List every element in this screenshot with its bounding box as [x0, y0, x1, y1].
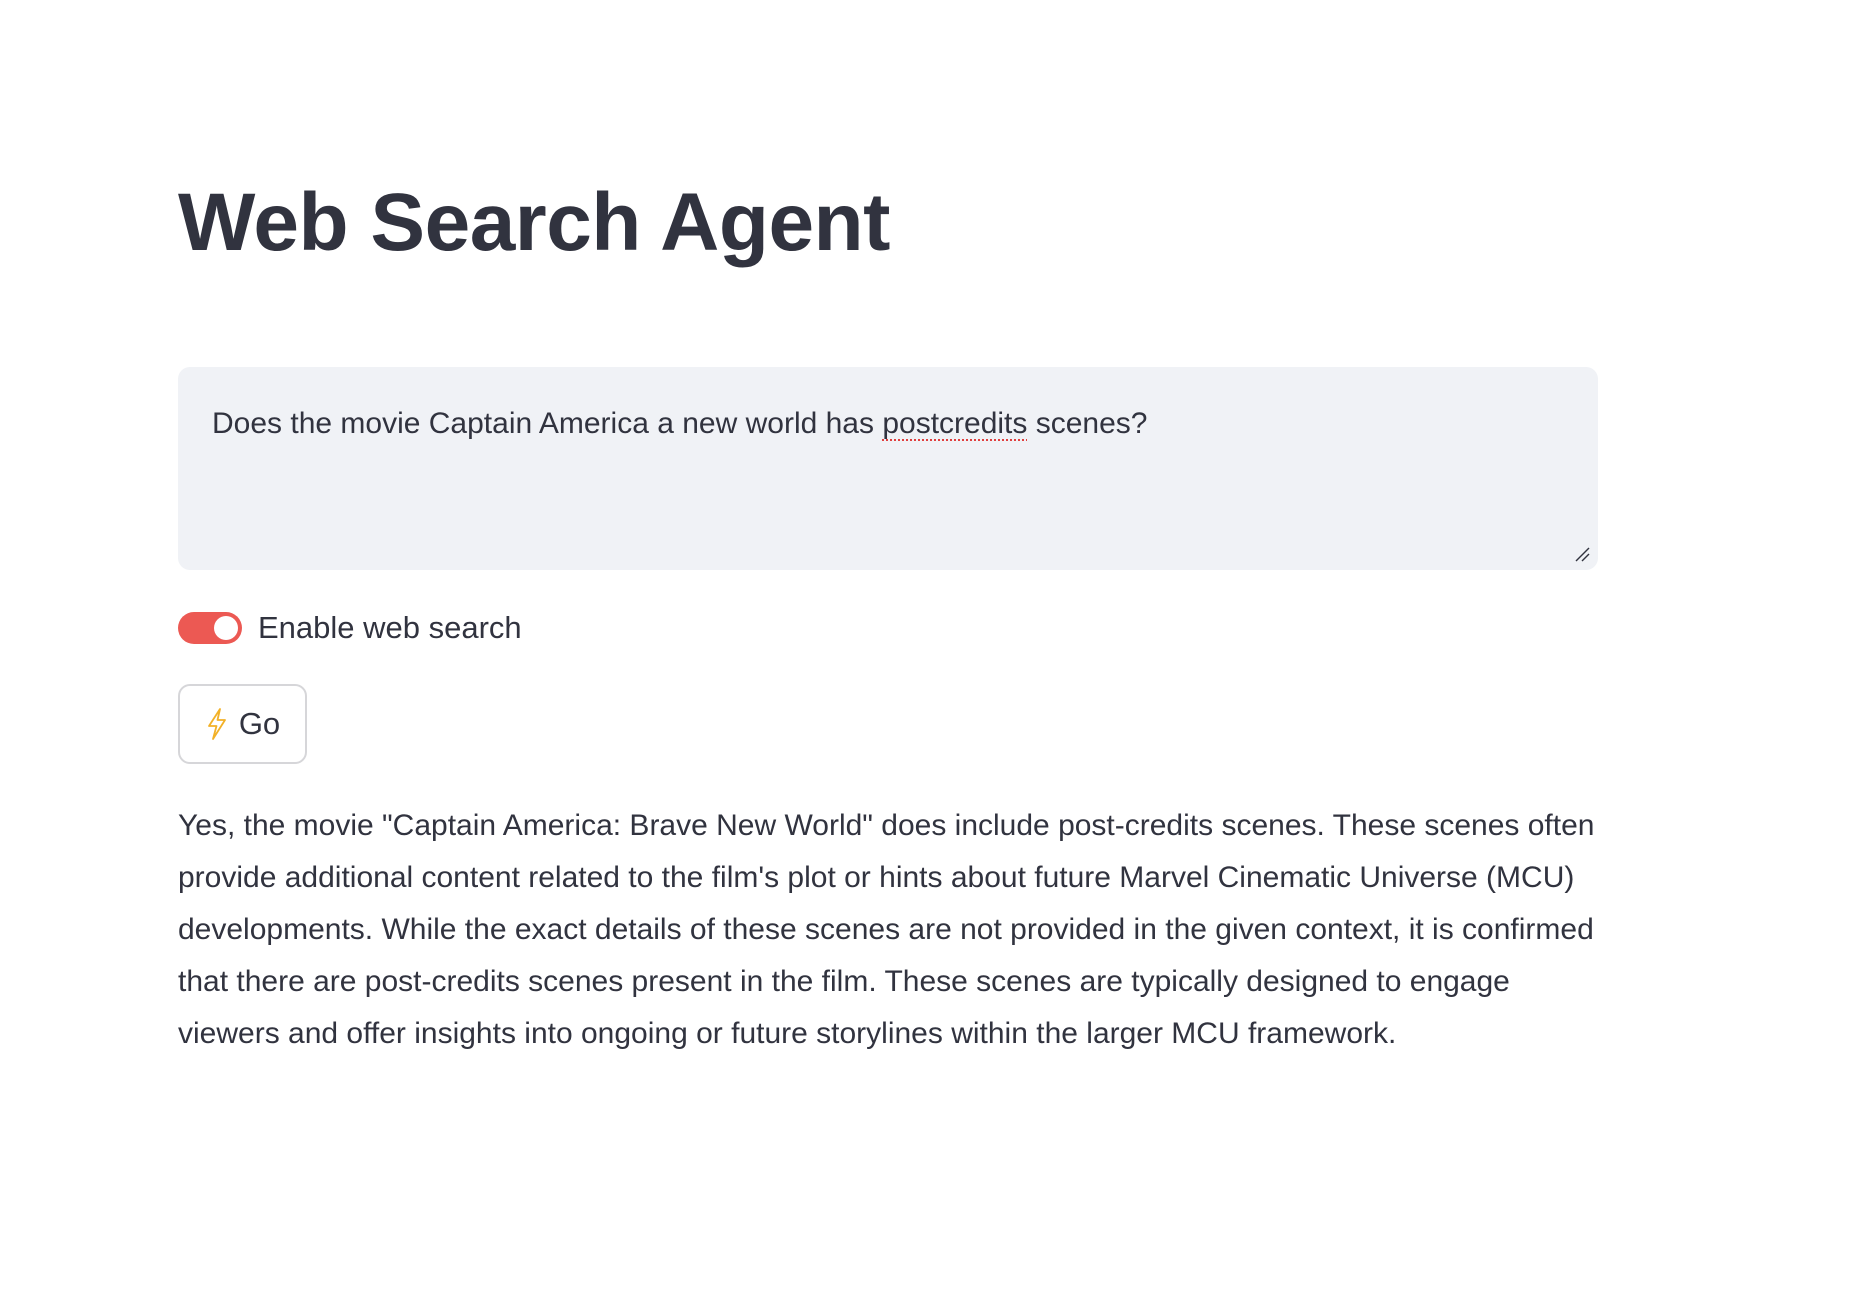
web-search-toggle-label[interactable]: Enable web search: [258, 610, 522, 646]
query-text-misspelled: postcredits: [882, 407, 1028, 440]
lightning-bolt-icon: [205, 707, 229, 741]
go-button-label: Go: [238, 706, 281, 741]
query-text-after: scenes?: [1027, 407, 1148, 440]
web-search-toggle-row[interactable]: Enable web search: [178, 606, 522, 650]
answer-text: Yes, the movie "Captain America: Brave N…: [178, 809, 1595, 1050]
query-text-before: Does the movie Captain America a new wor…: [212, 407, 883, 440]
query-textarea[interactable]: Does the movie Captain America a new wor…: [178, 367, 1598, 570]
page-title: Web Search Agent: [178, 177, 890, 268]
query-text[interactable]: Does the movie Captain America a new wor…: [212, 403, 1564, 445]
go-button[interactable]: Go: [178, 684, 307, 764]
toggle-knob: [214, 616, 238, 640]
resize-handle-icon[interactable]: [1574, 546, 1590, 562]
web-search-toggle[interactable]: [178, 612, 242, 644]
